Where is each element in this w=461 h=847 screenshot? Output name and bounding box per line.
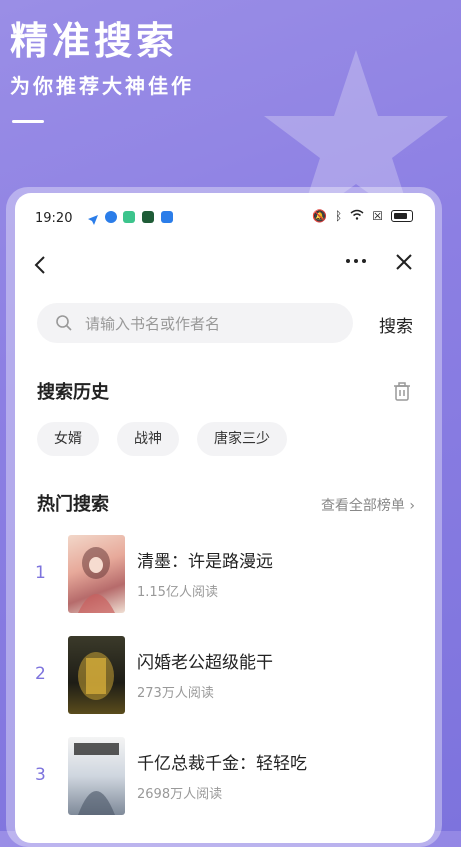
- history-tag[interactable]: 唐家三少: [197, 422, 287, 456]
- close-icon: [396, 254, 412, 270]
- list-item[interactable]: 2 闪婚老公超级能干 273万人阅读: [15, 634, 435, 735]
- book-title: 闪婚老公超级能干: [137, 653, 273, 673]
- status-time: 19:20: [35, 211, 73, 226]
- bluetooth-icon: ᛒ: [335, 209, 343, 223]
- rank-number: 2: [35, 664, 46, 684]
- history-tag[interactable]: 女婿: [37, 422, 99, 456]
- search-input[interactable]: [83, 303, 347, 345]
- history-tags: 女婿 战神 唐家三少: [37, 422, 287, 456]
- battery-icon: [391, 210, 413, 222]
- hot-search-list: 1 清墨：许是路漫远 1.15亿人阅读 2 闪婚老公超级能干 273万人阅读 3…: [15, 533, 435, 836]
- book-cover: [68, 535, 125, 613]
- hero-divider: [12, 120, 44, 123]
- book-title: 清墨：许是路漫远: [137, 552, 273, 572]
- chevron-left-icon: [34, 256, 45, 274]
- rank-number: 1: [35, 563, 46, 583]
- hero-title: 精准搜索: [10, 19, 179, 63]
- phone-screen: 19:20 🔕 ᛒ ☒ 搜索 搜索历史 女婿: [15, 193, 435, 843]
- book-reads: 2698万人阅读: [137, 787, 223, 802]
- history-title: 搜索历史: [37, 382, 109, 403]
- app-icon: [161, 211, 173, 223]
- search-icon: [56, 315, 72, 331]
- list-item[interactable]: 3 千亿总裁千金：轻轻吃 2698万人阅读: [15, 735, 435, 836]
- list-item[interactable]: 1 清墨：许是路漫远 1.15亿人阅读: [15, 533, 435, 634]
- rank-number: 3: [35, 765, 46, 785]
- search-box[interactable]: [37, 303, 353, 345]
- book-cover: [68, 636, 125, 714]
- book-reads: 273万人阅读: [137, 686, 214, 701]
- status-icons: 🔕 ᛒ ☒: [312, 209, 413, 223]
- sim-icon: ☒: [372, 209, 383, 223]
- history-tag[interactable]: 战神: [117, 422, 179, 456]
- trash-icon: [394, 382, 410, 401]
- status-bar: 19:20 🔕 ᛒ ☒: [15, 193, 435, 243]
- close-button[interactable]: [395, 253, 413, 275]
- hot-search-title: 热门搜索: [37, 494, 109, 515]
- app-icon: [142, 211, 154, 223]
- back-button[interactable]: [33, 253, 47, 281]
- book-reads: 1.15亿人阅读: [137, 585, 218, 600]
- search-button[interactable]: 搜索: [379, 312, 413, 337]
- app-icon: [123, 211, 135, 223]
- book-title: 千亿总裁千金：轻轻吃: [137, 754, 307, 774]
- mute-icon: 🔕: [312, 209, 328, 223]
- clear-history-button[interactable]: [393, 382, 411, 406]
- more-dots-icon: [346, 259, 366, 263]
- view-all-rankings-link[interactable]: 查看全部榜单 ›: [321, 495, 415, 515]
- wifi-icon: [350, 209, 364, 223]
- app-icon: [105, 211, 117, 223]
- location-icon: [87, 211, 99, 225]
- hero-subtitle: 为你推荐大神佳作: [10, 74, 194, 98]
- more-button[interactable]: [345, 251, 367, 277]
- book-cover: [68, 737, 125, 815]
